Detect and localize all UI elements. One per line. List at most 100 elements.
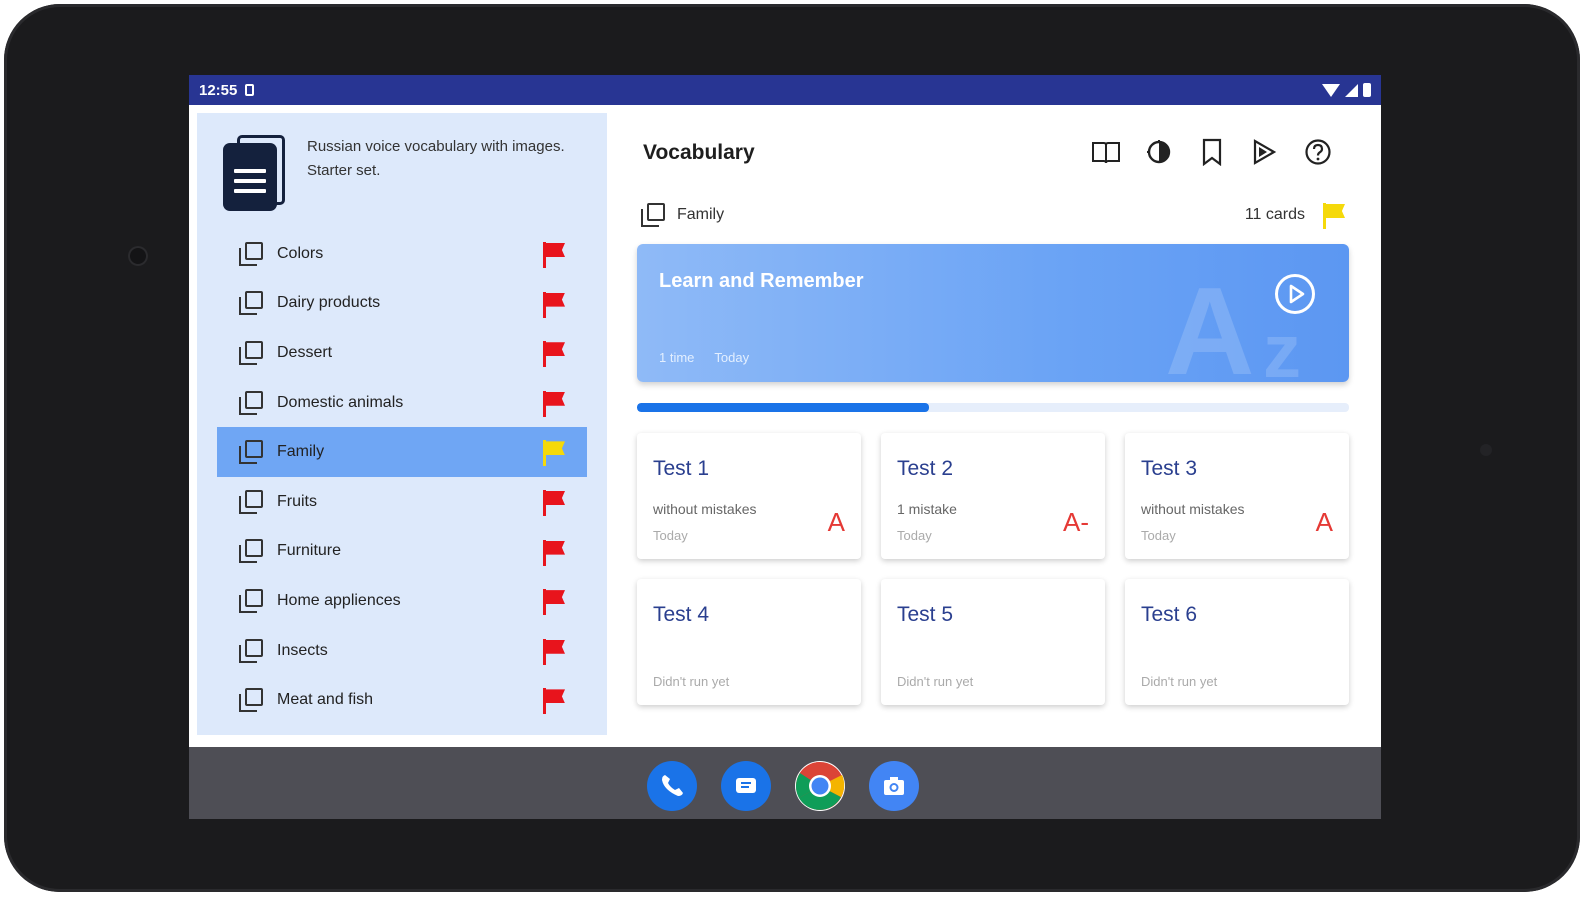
cards-stack-icon <box>239 241 263 266</box>
test-card[interactable]: Test 3 without mistakes Today A <box>1125 433 1349 559</box>
bookmark-icon[interactable] <box>1197 137 1227 167</box>
learn-and-remember-card[interactable]: A z Learn and Remember 1 time Today <box>637 244 1349 382</box>
az-watermark: A <box>1165 263 1255 382</box>
test-date: Today <box>897 528 932 543</box>
wifi-icon <box>1322 83 1340 97</box>
status-bar: 12:55 <box>189 75 1381 105</box>
sidebar-item-label: Home appliences <box>277 591 401 609</box>
sidebar-item-fruits[interactable]: Fruits <box>217 477 587 527</box>
sidebar-item-colors[interactable]: Colors <box>217 229 587 279</box>
flag-icon[interactable] <box>1321 203 1345 229</box>
deck-card-count: 11 cards <box>1244 206 1305 223</box>
topic-list: Colors Dairy products Dessert Domestic anim… <box>217 229 587 725</box>
learn-meta: 1 time Today <box>659 350 749 365</box>
test-title: Test 4 <box>653 603 710 626</box>
sidebar-item-label: Dessert <box>277 343 333 361</box>
learn-title: Learn and Remember <box>659 270 864 292</box>
sidebar-item-label: Domestic animals <box>277 393 404 411</box>
test-card[interactable]: Test 4 Didn't run yet <box>637 579 861 705</box>
cards-stack-icon <box>239 340 263 365</box>
test-date: Didn't run yet <box>1141 674 1218 689</box>
messages-icon[interactable] <box>721 761 771 811</box>
sidebar-item-home-appliences[interactable]: Home appliences <box>217 576 587 626</box>
sidebar-item-label: Meat and fish <box>277 691 374 709</box>
sidebar-item-insects[interactable]: Insects <box>217 626 587 676</box>
cards-stack-icon <box>239 588 263 613</box>
camera-icon[interactable] <box>869 761 919 811</box>
screen: 12:55 Russian voice vocabulary with imag… <box>189 75 1381 819</box>
sidebar-item-label: Dairy products <box>277 294 381 312</box>
play-circle-icon[interactable] <box>1273 272 1317 316</box>
flag-icon[interactable] <box>541 539 565 566</box>
sidebar-item-label: Colors <box>277 244 324 262</box>
test-card[interactable]: Test 1 without mistakes Today A <box>637 433 861 559</box>
sidebar-title: Russian voice vocabulary with images. St… <box>307 138 565 179</box>
cards-stack-icon <box>239 539 263 564</box>
flag-icon[interactable] <box>541 638 565 665</box>
topic-sidebar: Russian voice vocabulary with images. St… <box>197 113 607 735</box>
test-result: without mistakes <box>1141 501 1245 517</box>
cell-signal-icon <box>1345 83 1358 97</box>
flag-icon[interactable] <box>541 589 565 616</box>
flag-icon[interactable] <box>541 440 565 467</box>
chrome-icon[interactable] <box>795 761 845 811</box>
test-title: Test 2 <box>897 457 954 480</box>
cards-stack-icon <box>239 390 263 415</box>
test-date: Today <box>1141 528 1176 543</box>
play-all-icon[interactable] <box>1250 137 1280 167</box>
flag-icon[interactable] <box>541 341 565 368</box>
front-camera <box>128 246 148 266</box>
test-grade: A <box>1315 507 1333 537</box>
app-dock <box>647 761 919 811</box>
learn-progress-fill <box>637 403 929 412</box>
phone-icon[interactable] <box>647 761 697 811</box>
flag-icon[interactable] <box>541 242 565 268</box>
test-title: Test 3 <box>1141 457 1198 480</box>
deck-info-row: Family 11 cards <box>639 201 1351 231</box>
cards-stack-icon <box>641 203 665 227</box>
sidebar-header: Russian voice vocabulary with images. St… <box>197 113 607 223</box>
cards-stack-icon <box>239 688 263 713</box>
test-title: Test 6 <box>1141 603 1198 626</box>
flag-icon[interactable] <box>541 390 565 417</box>
test-card[interactable]: Test 6 Didn't run yet <box>1125 579 1349 705</box>
cards-stack-icon <box>239 489 263 514</box>
sidebar-item-label: Family <box>277 443 325 461</box>
test-result: 1 mistake <box>897 501 957 517</box>
flag-icon[interactable] <box>541 489 565 516</box>
sidebar-item-label: Insects <box>277 641 328 659</box>
sidebar-item-meat-and-fish[interactable]: Meat and fish <box>217 675 587 725</box>
sidebar-item-label: Fruits <box>277 492 317 510</box>
cards-stack-icon <box>239 291 263 316</box>
contrast-icon[interactable] <box>1144 137 1174 167</box>
learn-progress-bar <box>637 403 1349 412</box>
test-card[interactable]: Test 2 1 mistake Today A- <box>881 433 1105 559</box>
book-icon[interactable] <box>1091 137 1121 167</box>
battery-icon <box>1363 83 1371 97</box>
system-nav-bar <box>189 747 1381 819</box>
help-icon[interactable] <box>1303 137 1333 167</box>
sidebar-item-label: Furniture <box>277 542 342 560</box>
sidebar-item-domestic-animals[interactable]: Domestic animals <box>217 378 587 428</box>
test-grade: A- <box>1063 507 1089 537</box>
test-date: Didn't run yet <box>897 674 974 689</box>
test-card[interactable]: Test 5 Didn't run yet <box>881 579 1105 705</box>
page-title: Vocabulary <box>643 141 755 164</box>
cards-stack-icon <box>239 440 263 465</box>
test-date: Didn't run yet <box>653 674 730 689</box>
deck-name: Family <box>677 206 725 223</box>
status-time: 12:55 <box>199 81 238 99</box>
sensor-dot <box>1480 444 1492 456</box>
sidebar-item-dessert[interactable]: Dessert <box>217 328 587 378</box>
sidebar-item-dairy-products[interactable]: Dairy products <box>217 279 587 329</box>
sidebar-item-furniture[interactable]: Furniture <box>217 527 587 577</box>
sim-card-icon <box>245 84 255 96</box>
toolbar <box>1091 137 1333 167</box>
sidebar-item-family[interactable]: Family <box>217 427 587 477</box>
flag-icon[interactable] <box>541 688 565 715</box>
test-title: Test 5 <box>897 603 954 626</box>
learn-times: 1 time <box>659 350 695 365</box>
cards-stack-icon <box>239 638 263 663</box>
test-result: without mistakes <box>653 501 757 517</box>
flag-icon[interactable] <box>541 291 565 318</box>
